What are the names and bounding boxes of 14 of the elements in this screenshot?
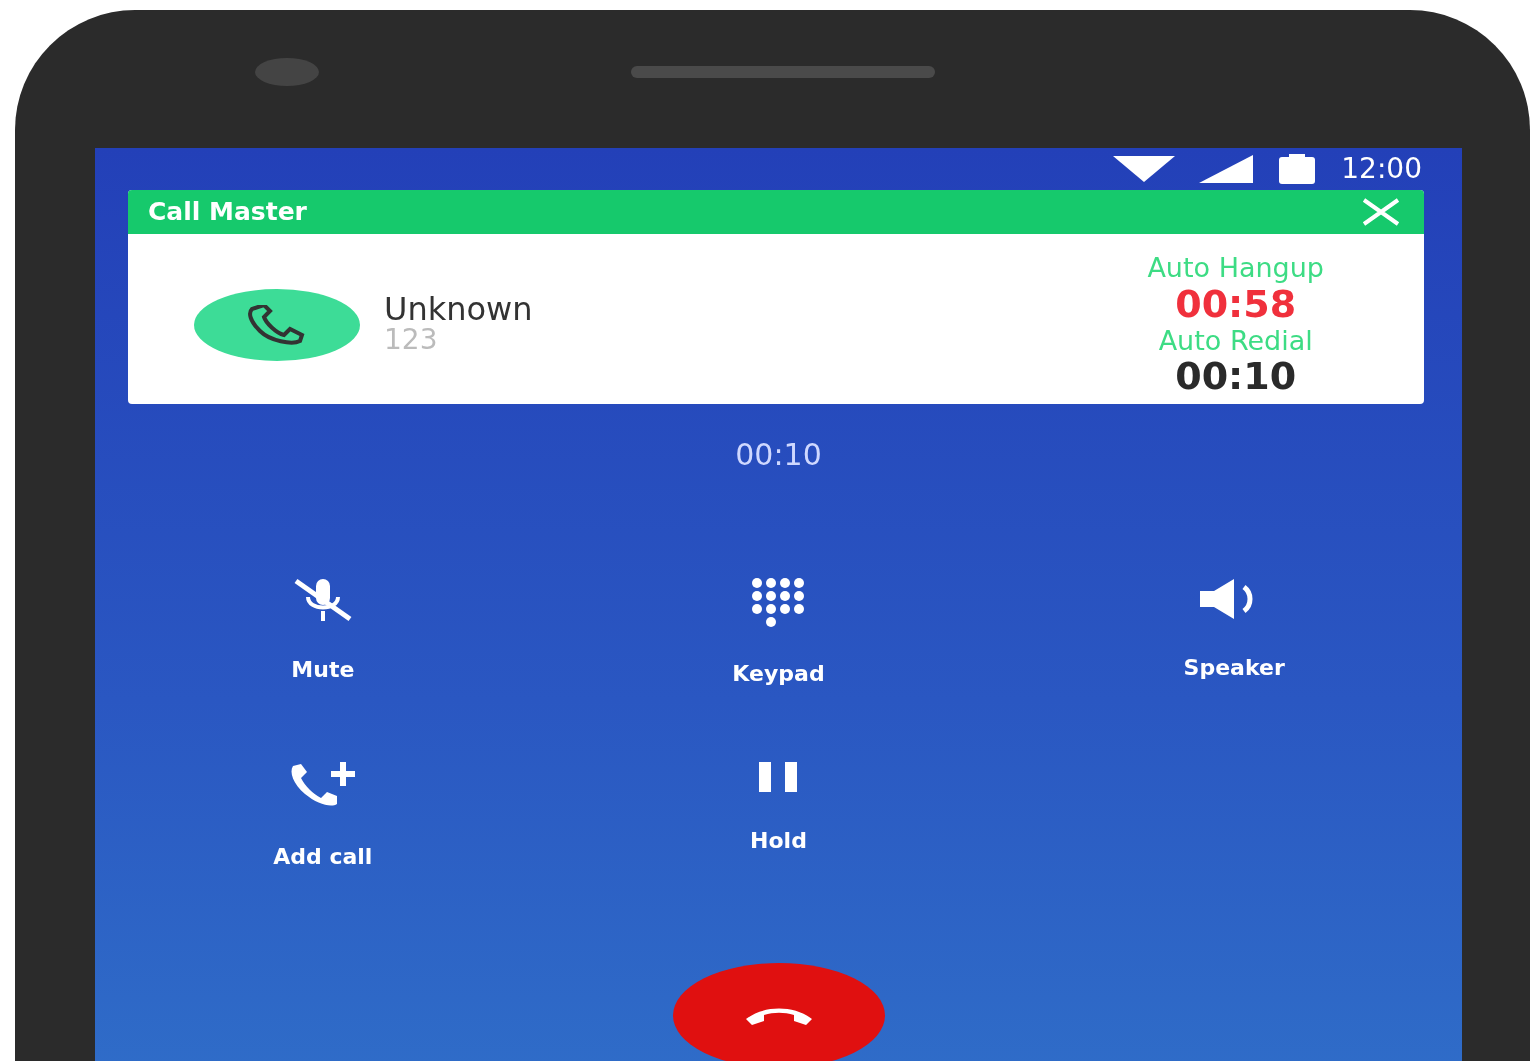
timer-label: Auto Hangup (1147, 252, 1324, 285)
status-time: 12:00 (1341, 151, 1422, 187)
addcall-button[interactable]: Add call (273, 760, 373, 874)
caller-number: 123 (384, 325, 439, 356)
caller-name: Unknown (384, 293, 533, 326)
timer-value: 00:58 (1174, 284, 1297, 325)
overlay-title: Call Master (148, 196, 307, 229)
speaker-button[interactable]: Speaker (1183, 577, 1285, 691)
timer-value: 00:10 (1174, 356, 1298, 397)
timer-label: Auto Redial (1157, 324, 1314, 357)
call-duration: 00:10 (734, 436, 823, 475)
keypad-button[interactable]: Keypad (732, 577, 825, 691)
hold-button[interactable]: Hold (750, 760, 807, 874)
mute-button[interactable]: Mute (291, 577, 355, 691)
